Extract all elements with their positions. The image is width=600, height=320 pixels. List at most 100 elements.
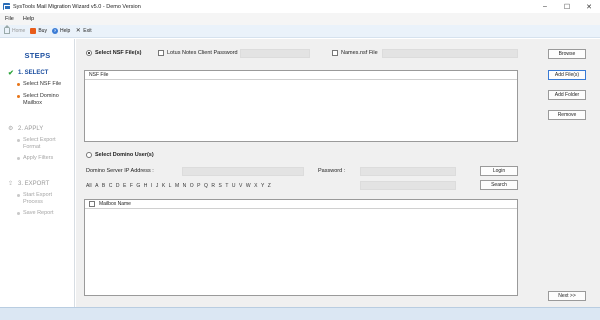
search-field[interactable]: [360, 181, 456, 190]
alpha-letter[interactable]: U: [232, 183, 236, 189]
exit-label: Exit: [83, 28, 92, 34]
server-ip-row: Domino Server IP Address :: [86, 168, 154, 174]
alpha-letter[interactable]: S: [218, 183, 221, 189]
password-field[interactable]: [360, 167, 456, 176]
notes-password-label: Lotus Notes Client Password: [167, 50, 238, 56]
nsf-column-header: NSF File: [89, 72, 109, 78]
step-export-report: Save Report: [17, 210, 54, 217]
domino-radio-label: Select Domino User(s): [95, 152, 154, 158]
exit-button[interactable]: ✕ Exit: [75, 28, 92, 34]
notes-password-field[interactable]: [240, 49, 310, 58]
alpha-letter[interactable]: Z: [268, 183, 271, 189]
step-apply-filters: Apply Filters: [17, 155, 53, 162]
password-row: Password :: [318, 168, 345, 174]
bullet-icon: [17, 194, 20, 197]
help-button[interactable]: ? Help: [51, 28, 70, 34]
step-apply-format: Select Export Format: [17, 137, 65, 151]
mailbox-list-header: Mailbox Name: [85, 200, 517, 209]
menu-help[interactable]: Help: [23, 16, 34, 22]
step-select-domino: Select Domino Mailbox: [17, 93, 69, 107]
step-export-label: 3. EXPORT: [18, 180, 50, 187]
close-button[interactable]: ✕: [578, 0, 600, 13]
alpha-letter[interactable]: B: [102, 183, 105, 189]
main-panel: Select NSF File(s) Lotus Notes Client Pa…: [76, 39, 600, 307]
window-title: SysTools Mail Migration Wizard v5.0 - De…: [13, 3, 141, 10]
alpha-letter[interactable]: R: [211, 183, 215, 189]
step-item-label: Select NSF File: [23, 81, 62, 87]
bullet-icon: [17, 212, 20, 215]
step-item-label: Start Export Process: [23, 192, 53, 205]
server-ip-field[interactable]: [182, 167, 304, 176]
buy-button[interactable]: Buy: [30, 28, 47, 34]
alpha-all[interactable]: All: [86, 183, 92, 189]
app-logo-icon: [3, 3, 11, 10]
password-label: Password :: [318, 168, 346, 174]
alpha-letter[interactable]: X: [254, 183, 257, 189]
names-nsf-checkbox[interactable]: [332, 50, 338, 56]
bullet-icon: [17, 157, 20, 160]
help-icon: ?: [51, 28, 58, 34]
alpha-letter[interactable]: J: [156, 183, 159, 189]
step-select-nsf: Select NSF File: [17, 81, 61, 88]
remove-button[interactable]: Remove: [548, 110, 586, 120]
nsf-radio[interactable]: [86, 50, 92, 56]
notes-password-checkbox[interactable]: [158, 50, 164, 56]
alpha-letter[interactable]: C: [109, 183, 113, 189]
alpha-letter[interactable]: W: [246, 183, 251, 189]
domino-radio[interactable]: [86, 152, 92, 158]
browse-button[interactable]: Browse: [548, 49, 586, 59]
maximize-button[interactable]: ☐: [556, 0, 578, 13]
add-folder-button[interactable]: Add Folder: [548, 90, 586, 100]
bullet-icon: [17, 139, 20, 142]
alpha-letter[interactable]: M: [175, 183, 179, 189]
alpha-letter[interactable]: E: [123, 183, 126, 189]
step-item-label: Apply Filters: [23, 155, 54, 161]
alpha-letter[interactable]: H: [144, 183, 148, 189]
alpha-letter[interactable]: A: [95, 183, 98, 189]
minimize-button[interactable]: –: [534, 0, 556, 13]
alpha-letter[interactable]: V: [239, 183, 242, 189]
window-controls: – ☐ ✕: [534, 0, 600, 13]
export-icon: ⇪: [8, 181, 14, 187]
alpha-letter[interactable]: Q: [204, 183, 208, 189]
menu-bar: File Help: [0, 13, 600, 25]
cart-icon: [30, 28, 37, 34]
alpha-letter[interactable]: O: [190, 183, 194, 189]
menu-file[interactable]: File: [5, 16, 14, 22]
next-button[interactable]: Next >>: [548, 291, 586, 301]
home-label: Home: [12, 28, 26, 34]
alpha-letter[interactable]: D: [116, 183, 120, 189]
login-button[interactable]: Login: [480, 166, 518, 176]
search-button[interactable]: Search: [480, 180, 518, 190]
alphabet-filter: All A B C D E F G H I J K L M N O P Q R …: [86, 183, 271, 189]
server-ip-label: Domino Server IP Address :: [86, 168, 154, 174]
nsf-radio-row[interactable]: Select NSF File(s): [86, 50, 141, 56]
alpha-letter[interactable]: F: [130, 183, 133, 189]
names-nsf-field[interactable]: [382, 49, 518, 58]
alpha-letter[interactable]: K: [162, 183, 165, 189]
names-nsf-row[interactable]: Names.nsf File: [332, 50, 378, 56]
alpha-letter[interactable]: P: [197, 183, 200, 189]
alpha-letter[interactable]: Y: [261, 183, 264, 189]
alpha-letter[interactable]: T: [225, 183, 228, 189]
mailbox-list[interactable]: Mailbox Name: [84, 199, 518, 296]
nsf-file-list[interactable]: NSF File: [84, 70, 518, 142]
home-button[interactable]: Home: [4, 25, 26, 34]
step-export-start: Start Export Process: [17, 192, 65, 206]
toolbar: Home Buy ? Help ✕ Exit: [0, 25, 600, 38]
domino-radio-row[interactable]: Select Domino User(s): [86, 152, 154, 158]
nsf-radio-label: Select NSF File(s): [95, 50, 142, 56]
alpha-letter[interactable]: L: [169, 183, 172, 189]
steps-panel: STEPS ✔ 1. SELECT Select NSF File Select…: [0, 39, 75, 307]
alpha-letter[interactable]: G: [136, 183, 140, 189]
alpha-letter[interactable]: I: [151, 183, 152, 189]
notes-password-row[interactable]: Lotus Notes Client Password: [158, 50, 238, 56]
bullet-icon: [17, 95, 20, 98]
buy-label: Buy: [38, 28, 47, 34]
add-files-button[interactable]: Add File(s): [548, 70, 586, 80]
alpha-letter[interactable]: N: [183, 183, 187, 189]
filter-icon: ⚙: [8, 126, 14, 132]
checkmark-icon: ✔: [8, 70, 14, 77]
select-all-checkbox[interactable]: [89, 201, 95, 207]
names-nsf-label: Names.nsf File: [341, 50, 378, 56]
